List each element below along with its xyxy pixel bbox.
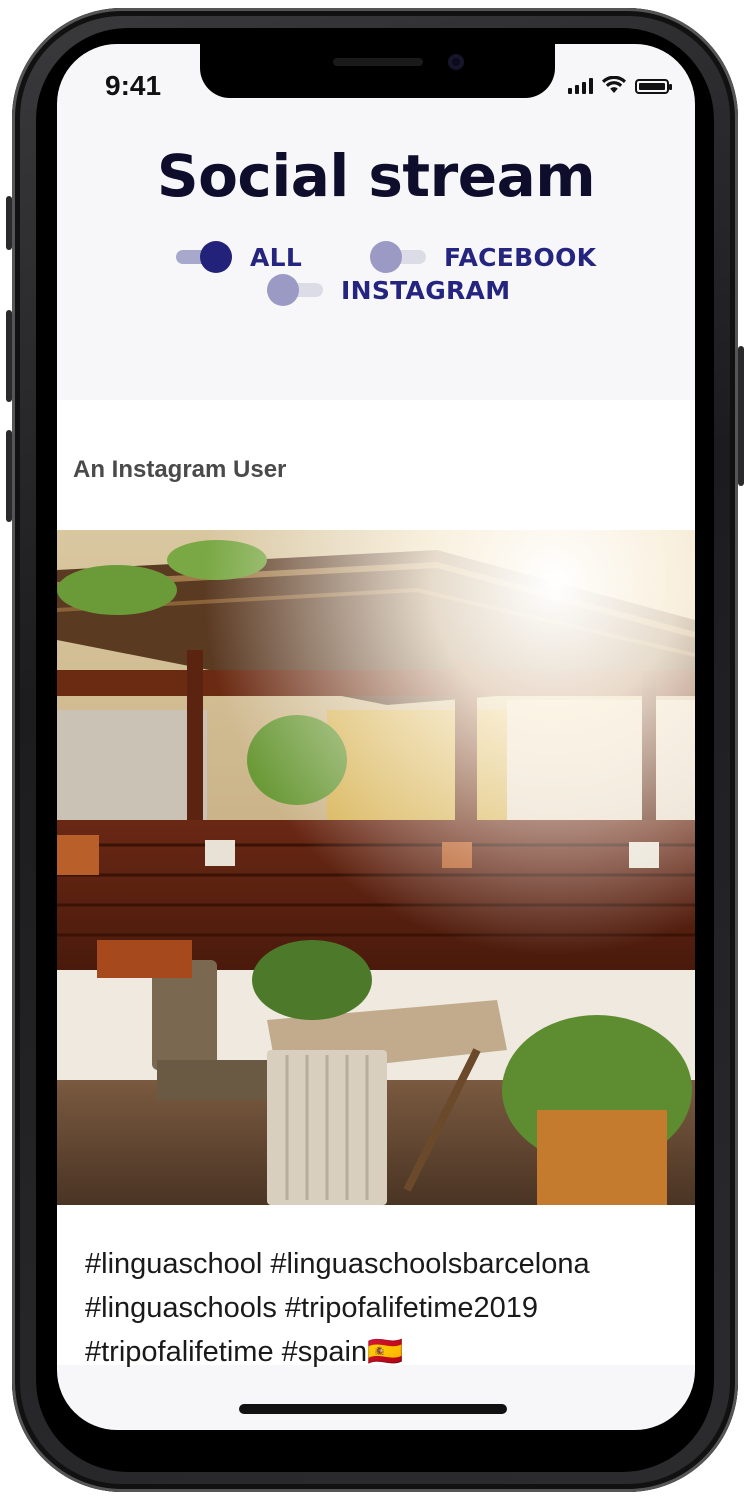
caption-line: #tripofalifetime #spain🇪🇸: [85, 1336, 404, 1368]
status-time: 9:41: [105, 70, 162, 101]
page-title: Social stream: [156, 142, 596, 210]
mute-switch: [6, 196, 12, 250]
toggle-switch[interactable]: [370, 240, 426, 274]
caption-line: #linguaschool #linguaschoolsbarcelona: [85, 1248, 590, 1280]
volume-down-button: [6, 430, 12, 522]
screen: 9:41 Social stream ALL FACEBOOK INSTAGRA…: [57, 44, 695, 1430]
filter-label: FACEBOOK: [444, 242, 597, 272]
post-image[interactable]: [57, 530, 695, 1205]
filter-all[interactable]: ALL: [176, 240, 302, 274]
signal-icon: [568, 78, 593, 94]
volume-up-button: [6, 310, 12, 402]
power-button: [738, 346, 744, 486]
battery-icon: [635, 79, 672, 94]
earpiece-speaker: [333, 58, 423, 66]
filter-label: ALL: [250, 242, 303, 272]
filter-label: INSTAGRAM: [341, 275, 511, 305]
wifi-icon: [602, 76, 626, 93]
post-caption: #linguaschool #linguaschoolsbarcelona #l…: [85, 1242, 685, 1374]
toggle-switch[interactable]: [267, 273, 323, 307]
caption-line: #linguaschools #tripofalifetime2019: [85, 1292, 539, 1324]
front-camera: [448, 54, 464, 70]
post-card[interactable]: An Instagram User #linguaschool #linguas…: [57, 400, 695, 1368]
post-author: An Instagram User: [73, 456, 287, 483]
status-icons: [568, 76, 672, 94]
filter-instagram[interactable]: INSTAGRAM: [267, 273, 510, 307]
home-indicator[interactable]: [239, 1404, 507, 1414]
toggle-switch[interactable]: [176, 240, 232, 274]
filter-facebook[interactable]: FACEBOOK: [370, 240, 596, 274]
notch: [200, 44, 555, 98]
terrace-photo: [57, 530, 695, 1205]
